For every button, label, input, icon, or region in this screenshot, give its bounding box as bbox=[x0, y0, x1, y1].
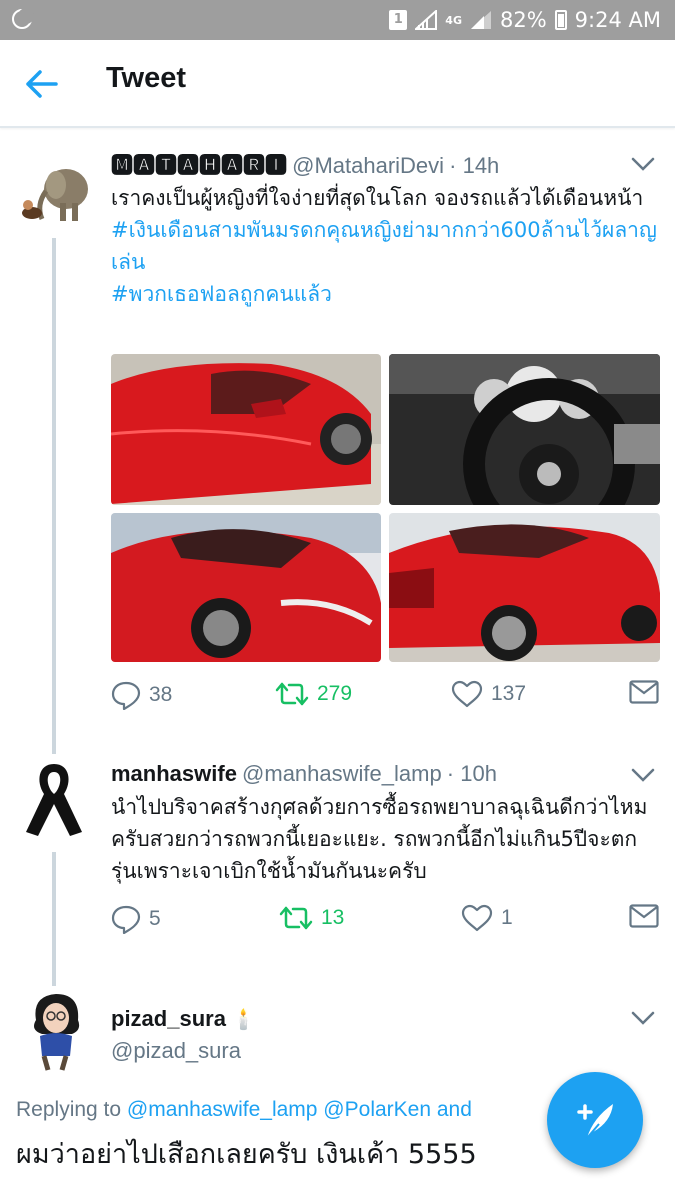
page-title: Tweet bbox=[106, 62, 187, 94]
user-handle[interactable]: @pizad_sura bbox=[111, 1038, 241, 1064]
chevron-down-icon[interactable] bbox=[631, 1010, 655, 1025]
candle-emoji: 🕯️ bbox=[231, 1007, 256, 1031]
photo-grid bbox=[111, 354, 660, 662]
replying-to: Replying to @manhaswife_lamp @PolarKen a… bbox=[16, 1098, 472, 1122]
tweet-header: manhaswife @manhaswife_lamp · 10h bbox=[111, 761, 497, 787]
like-button[interactable]: 137 bbox=[451, 680, 526, 708]
photo-car-rear[interactable] bbox=[389, 513, 660, 662]
reply-icon bbox=[111, 681, 141, 710]
reply-count: 38 bbox=[149, 683, 173, 706]
hashtag-link[interactable]: #พวกเธอฟอลถูกคนแล้ว bbox=[111, 278, 661, 310]
retweet-count: 279 bbox=[317, 682, 353, 705]
retweet-icon bbox=[275, 682, 309, 706]
clock: 9:24 AM bbox=[574, 8, 661, 32]
display-name[interactable]: 🅼🅰🆃🅰🅷🅰🆁🅸 bbox=[111, 153, 287, 178]
retweet-count: 13 bbox=[321, 906, 345, 929]
user-handle-text: @pizad_sura bbox=[111, 1038, 241, 1063]
tweet-actions: 38 279 137 bbox=[111, 680, 659, 714]
photo-steering-wheel[interactable] bbox=[389, 354, 660, 505]
display-name[interactable]: pizad_sura bbox=[111, 1006, 226, 1031]
compose-feather-icon bbox=[577, 1104, 613, 1139]
tweet-header: 🅼🅰🆃🅰🅷🅰🆁🅸 @MatahariDevi · 14h bbox=[111, 148, 499, 180]
compose-tweet-button[interactable] bbox=[547, 1072, 643, 1168]
reply-count: 5 bbox=[149, 907, 161, 930]
tweet-actions: 5 13 1 bbox=[111, 904, 659, 938]
photo-car-side[interactable] bbox=[111, 354, 381, 505]
like-count: 1 bbox=[501, 906, 513, 929]
tweet-text: เราคงเป็นผู้หญิงที่ใจง่ายที่สุดในโลก จอง… bbox=[111, 182, 661, 310]
reply-button[interactable]: 5 bbox=[111, 904, 161, 934]
share-button[interactable] bbox=[629, 680, 659, 704]
avatar[interactable] bbox=[16, 157, 92, 233]
reply-button[interactable]: 38 bbox=[111, 680, 172, 710]
app-header: Tweet bbox=[0, 40, 675, 128]
hashtag-link[interactable]: #เงินเดือนสามพันมรดกคุณหญิงย่ามากกว่า600… bbox=[111, 214, 661, 278]
photo-car-front[interactable] bbox=[111, 513, 381, 662]
thread-line bbox=[52, 852, 56, 986]
like-count: 137 bbox=[491, 682, 527, 705]
tweet-body: เราคงเป็นผู้หญิงที่ใจง่ายที่สุดในโลก จอง… bbox=[111, 186, 644, 210]
share-button[interactable] bbox=[629, 904, 659, 928]
timestamp: · 14h bbox=[449, 153, 500, 178]
like-button[interactable]: 1 bbox=[461, 904, 513, 932]
chevron-down-icon[interactable] bbox=[631, 156, 655, 171]
timestamp: · 10h bbox=[446, 761, 497, 786]
mail-icon bbox=[629, 680, 659, 704]
display-name[interactable]: manhaswife bbox=[111, 761, 237, 786]
avatar[interactable] bbox=[18, 760, 90, 840]
heart-icon bbox=[451, 680, 483, 708]
sim-icon: 1 bbox=[389, 10, 408, 30]
signal-strength-icon bbox=[470, 10, 492, 30]
user-handle[interactable]: @MatahariDevi bbox=[292, 153, 444, 178]
retweet-icon bbox=[279, 906, 313, 930]
retweet-button[interactable]: 279 bbox=[275, 680, 352, 708]
mention-link[interactable]: @manhaswife_lamp @PolarKen and bbox=[127, 1098, 472, 1121]
battery-percent: 82% bbox=[499, 8, 547, 32]
replying-to-label: Replying to bbox=[16, 1098, 122, 1121]
network-type: 4G bbox=[445, 13, 462, 27]
chevron-down-icon[interactable] bbox=[631, 767, 655, 782]
back-arrow-icon[interactable] bbox=[22, 64, 62, 104]
tweet-text: ผมว่าอย่าไปเสือกเลยครับ เงินเค้า 5555 bbox=[16, 1139, 477, 1170]
avatar[interactable] bbox=[22, 990, 92, 1072]
thread-line bbox=[52, 238, 56, 754]
moon-icon bbox=[12, 8, 34, 29]
heart-icon bbox=[461, 904, 493, 932]
battery-icon bbox=[554, 10, 567, 30]
mail-icon bbox=[629, 904, 659, 928]
retweet-button[interactable]: 13 bbox=[279, 904, 344, 932]
reply-icon bbox=[111, 905, 141, 934]
tweet-text: นำไปบริจาคสร้างกุศลด้วยการซื้อรถพยาบาลฉุ… bbox=[111, 795, 648, 883]
status-icons: 1 4G 82% 9:24 AM bbox=[389, 6, 661, 34]
tweet-header: pizad_sura 🕯️ bbox=[111, 1006, 256, 1032]
signal-icon bbox=[415, 10, 438, 30]
status-bar: 1 4G 82% 9:24 AM bbox=[0, 0, 675, 40]
user-handle[interactable]: @manhaswife_lamp bbox=[242, 761, 442, 786]
